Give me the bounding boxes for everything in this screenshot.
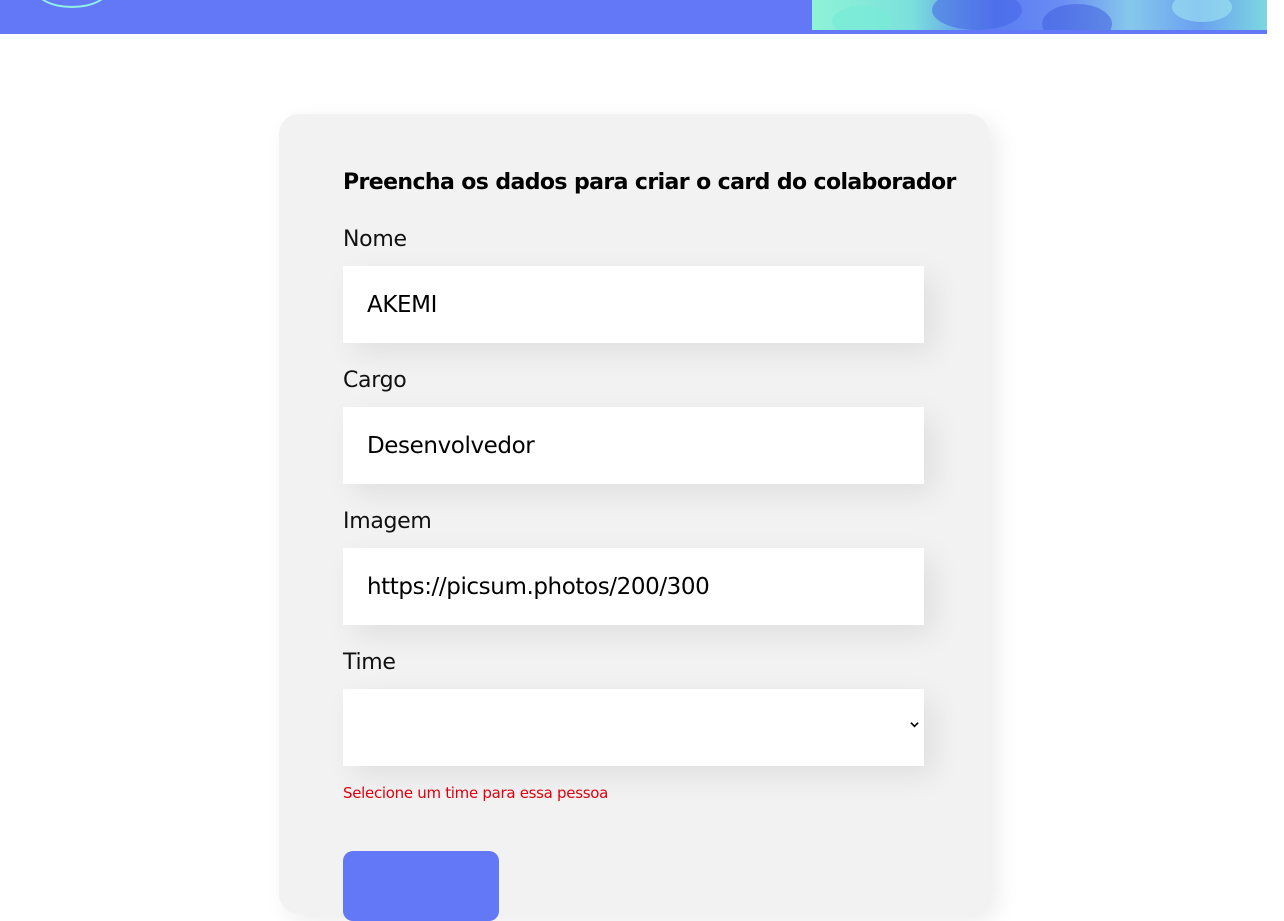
time-select[interactable]: [343, 689, 924, 766]
chevron-down-icon: [910, 722, 919, 728]
form-title: Preencha os dados para criar o card do c…: [343, 170, 956, 195]
collaborator-form: Preencha os dados para criar o card do c…: [279, 114, 989, 921]
time-label: Time: [343, 650, 396, 675]
nome-label: Nome: [343, 227, 407, 252]
imagem-label: Imagem: [343, 509, 432, 534]
cargo-input[interactable]: [343, 407, 924, 484]
team-photo-banner: [812, 0, 1267, 30]
imagem-input[interactable]: [343, 548, 924, 625]
cargo-label: Cargo: [343, 368, 407, 393]
submit-button[interactable]: [343, 851, 499, 921]
time-error-message: Selecione um time para essa pessoa: [343, 784, 608, 802]
page-banner: [0, 0, 1267, 34]
circle-logo-icon: [34, 0, 110, 8]
nome-input[interactable]: [343, 266, 924, 343]
